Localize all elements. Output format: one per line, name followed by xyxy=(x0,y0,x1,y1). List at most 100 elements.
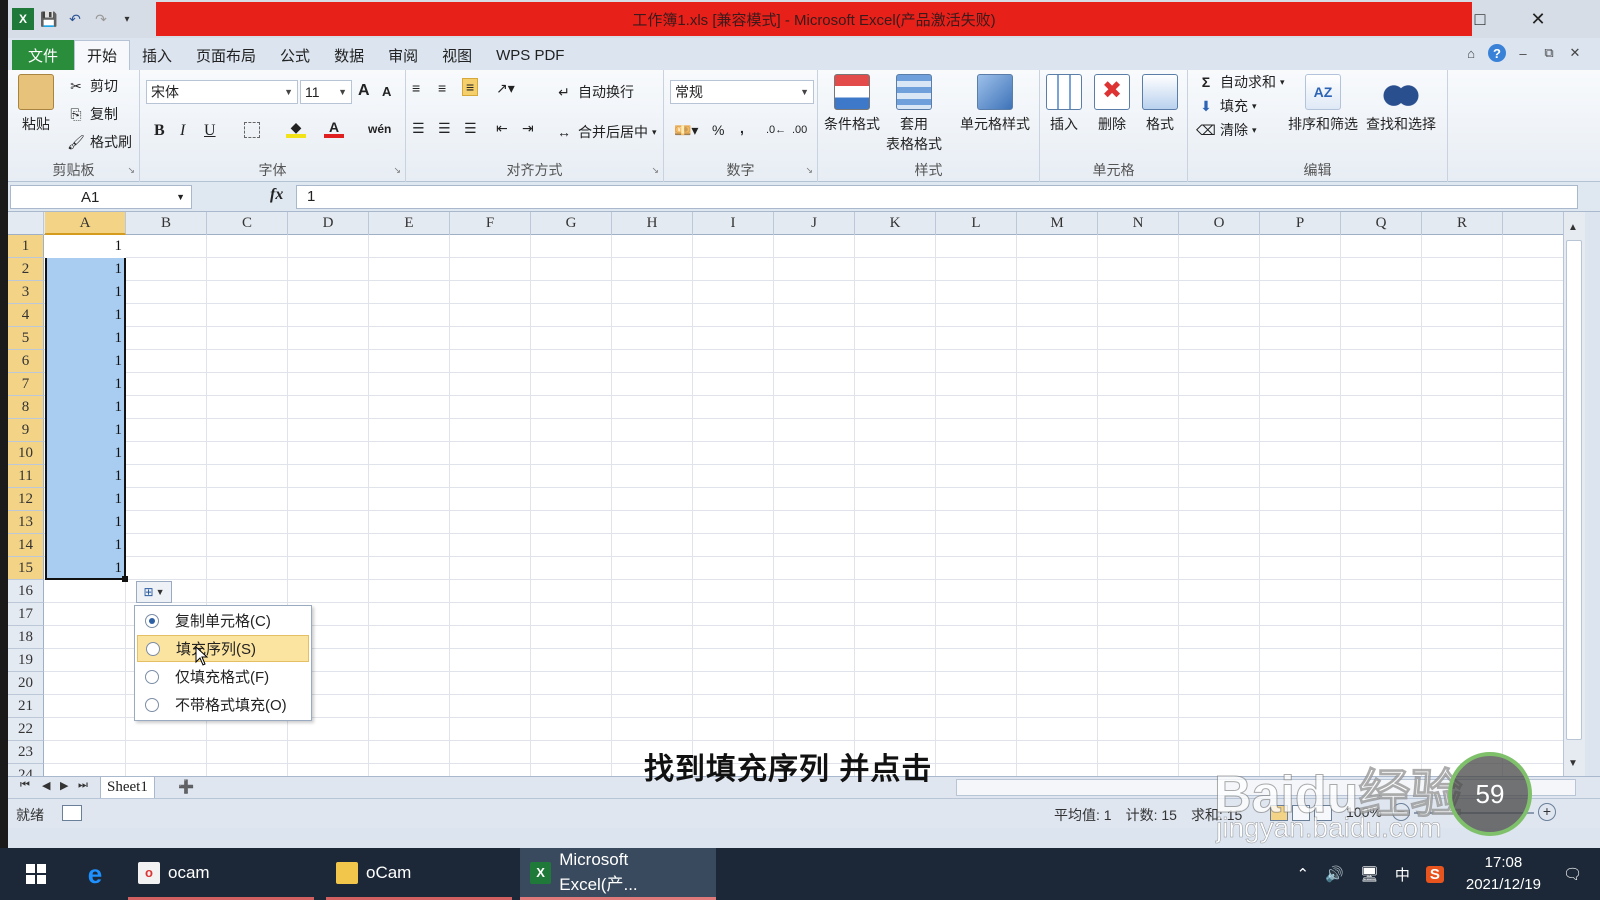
vertical-scroll-thumb[interactable] xyxy=(1566,240,1582,740)
font-color-icon[interactable]: A xyxy=(324,119,344,138)
scroll-up-icon[interactable]: ▲ xyxy=(1568,222,1578,233)
macro-record-icon[interactable] xyxy=(62,805,82,821)
tab-wps-pdf[interactable]: WPS PDF xyxy=(484,40,576,70)
last-sheet-icon[interactable]: ⏭ xyxy=(78,779,88,792)
help-icon[interactable]: ? xyxy=(1488,44,1506,62)
column-header[interactable]: B xyxy=(126,212,207,235)
excel-app-icon[interactable]: X xyxy=(12,8,34,30)
column-header[interactable]: R xyxy=(1422,212,1503,235)
column-header[interactable]: M xyxy=(1017,212,1098,235)
row-header[interactable]: 21 xyxy=(8,695,44,718)
close-workbook-icon[interactable]: ✕ xyxy=(1566,44,1584,62)
bold-button[interactable]: B xyxy=(154,122,165,140)
currency-icon[interactable]: 💴▾ xyxy=(674,122,698,139)
format-cells-button[interactable]: 格式 xyxy=(1142,74,1178,134)
align-left-icon[interactable]: ☰ xyxy=(412,120,425,137)
column-header[interactable]: Q xyxy=(1341,212,1422,235)
row-header[interactable]: 11 xyxy=(8,465,44,488)
number-format-combo[interactable]: 常规 ▼ xyxy=(670,80,814,104)
row-header[interactable]: 3 xyxy=(8,281,44,304)
paste-button[interactable]: 粘贴 xyxy=(18,74,54,134)
column-header[interactable]: J xyxy=(774,212,855,235)
copy-cells-option[interactable]: 复制单元格(C) xyxy=(137,607,309,634)
vertical-scrollbar[interactable]: ▲ ▼ xyxy=(1563,212,1585,776)
number-launcher-icon[interactable]: ↘ xyxy=(805,165,813,176)
alignment-launcher-icon[interactable]: ↘ xyxy=(651,165,659,176)
phonetic-button[interactable]: wén xyxy=(368,122,391,136)
row-header[interactable]: 23 xyxy=(8,741,44,764)
row-header[interactable]: 2 xyxy=(8,258,44,281)
grow-font-button[interactable]: A xyxy=(358,82,370,100)
sogou-icon[interactable]: S xyxy=(1425,865,1444,883)
tab-formulas[interactable]: 公式 xyxy=(268,40,322,70)
fill-without-formatting-option[interactable]: 不带格式填充(O) xyxy=(137,691,309,718)
align-center-icon[interactable]: ☰ xyxy=(438,120,451,137)
row-header[interactable]: 18 xyxy=(8,626,44,649)
delete-cells-button[interactable]: ✖ 删除 xyxy=(1094,74,1130,134)
notification-icon[interactable]: 🗨 xyxy=(1563,865,1582,883)
row-header[interactable]: 22 xyxy=(8,718,44,741)
cell-a5[interactable]: 1 xyxy=(45,327,124,350)
font-launcher-icon[interactable]: ↘ xyxy=(393,165,401,176)
undo-icon[interactable]: ↶ xyxy=(64,8,86,30)
find-select-button[interactable]: 查找和选择 xyxy=(1366,74,1436,134)
row-header[interactable]: 14 xyxy=(8,534,44,557)
cell-a11[interactable]: 1 xyxy=(45,465,124,488)
chevron-up-icon[interactable]: ⌃ xyxy=(1297,865,1310,883)
customize-qat-icon[interactable]: ▾ xyxy=(116,8,138,30)
row-header[interactable]: 5 xyxy=(8,327,44,350)
clear-button[interactable]: ⌫ 清除 ▾ xyxy=(1196,120,1256,140)
row-header[interactable]: 10 xyxy=(8,442,44,465)
orientation-icon[interactable]: ↗▾ xyxy=(496,80,515,97)
row-header[interactable]: 4 xyxy=(8,304,44,327)
cell-a8[interactable]: 1 xyxy=(45,396,124,419)
sort-filter-button[interactable]: AZ 排序和筛选 xyxy=(1288,74,1358,134)
column-header[interactable]: I xyxy=(693,212,774,235)
formula-input[interactable]: 1 xyxy=(296,185,1578,209)
column-header[interactable]: H xyxy=(612,212,693,235)
underline-button[interactable]: U xyxy=(204,122,216,140)
maximize-button[interactable]: □ xyxy=(1460,4,1500,34)
cell-a4[interactable]: 1 xyxy=(45,304,124,327)
insert-cells-button[interactable]: 插入 xyxy=(1046,74,1082,134)
clock[interactable]: 17:08 2021/12/19 xyxy=(1466,852,1541,896)
decrease-decimal-icon[interactable]: .00 xyxy=(792,124,807,136)
fill-handle[interactable] xyxy=(122,576,128,582)
column-header[interactable]: C xyxy=(207,212,288,235)
row-header[interactable]: 24 xyxy=(8,764,44,776)
column-header[interactable]: L xyxy=(936,212,1017,235)
start-button[interactable] xyxy=(8,848,64,900)
tab-view[interactable]: 视图 xyxy=(430,40,484,70)
column-header[interactable]: E xyxy=(369,212,450,235)
taskbar-app-ocam-2[interactable]: oCam xyxy=(326,848,512,900)
cell-a2[interactable]: 1 xyxy=(45,258,124,281)
format-as-table-button[interactable]: 套用 表格格式 xyxy=(886,74,942,154)
save-icon[interactable]: 💾 xyxy=(38,8,60,30)
row-header[interactable]: 13 xyxy=(8,511,44,534)
clipboard-launcher-icon[interactable]: ↘ xyxy=(127,165,135,176)
cell-a12[interactable]: 1 xyxy=(45,488,124,511)
sheet-tab-sheet1[interactable]: Sheet1 xyxy=(100,777,155,799)
conditional-format-button[interactable]: 条件格式 xyxy=(824,74,880,134)
increase-decimal-icon[interactable]: .0← xyxy=(766,124,786,136)
column-header[interactable]: F xyxy=(450,212,531,235)
comma-button[interactable]: , xyxy=(740,120,744,136)
ime-indicator[interactable]: 中 xyxy=(1395,864,1410,885)
align-middle-icon[interactable]: ≡ xyxy=(438,80,446,96)
select-all-corner[interactable] xyxy=(8,212,44,235)
row-header[interactable]: 6 xyxy=(8,350,44,373)
border-icon[interactable] xyxy=(244,122,260,138)
fill-button[interactable]: ⬇ 填充 ▾ xyxy=(1196,96,1256,116)
row-header[interactable]: 17 xyxy=(8,603,44,626)
tab-home[interactable]: 开始 xyxy=(74,40,131,70)
column-header[interactable]: G xyxy=(531,212,612,235)
row-header[interactable]: 16 xyxy=(8,580,44,603)
row-header[interactable]: 15 xyxy=(8,557,44,580)
tab-review[interactable]: 审阅 xyxy=(376,40,430,70)
column-header[interactable]: D xyxy=(288,212,369,235)
restore-workbook-icon[interactable]: ⧉ xyxy=(1540,44,1558,62)
fill-series-option[interactable]: 填充序列(S) xyxy=(137,635,309,662)
font-size-combo[interactable]: 11 ▼ xyxy=(300,80,352,104)
collapse-ribbon-icon[interactable]: ⌂ xyxy=(1462,44,1480,62)
increase-indent-icon[interactable]: ⇥ xyxy=(522,120,534,137)
